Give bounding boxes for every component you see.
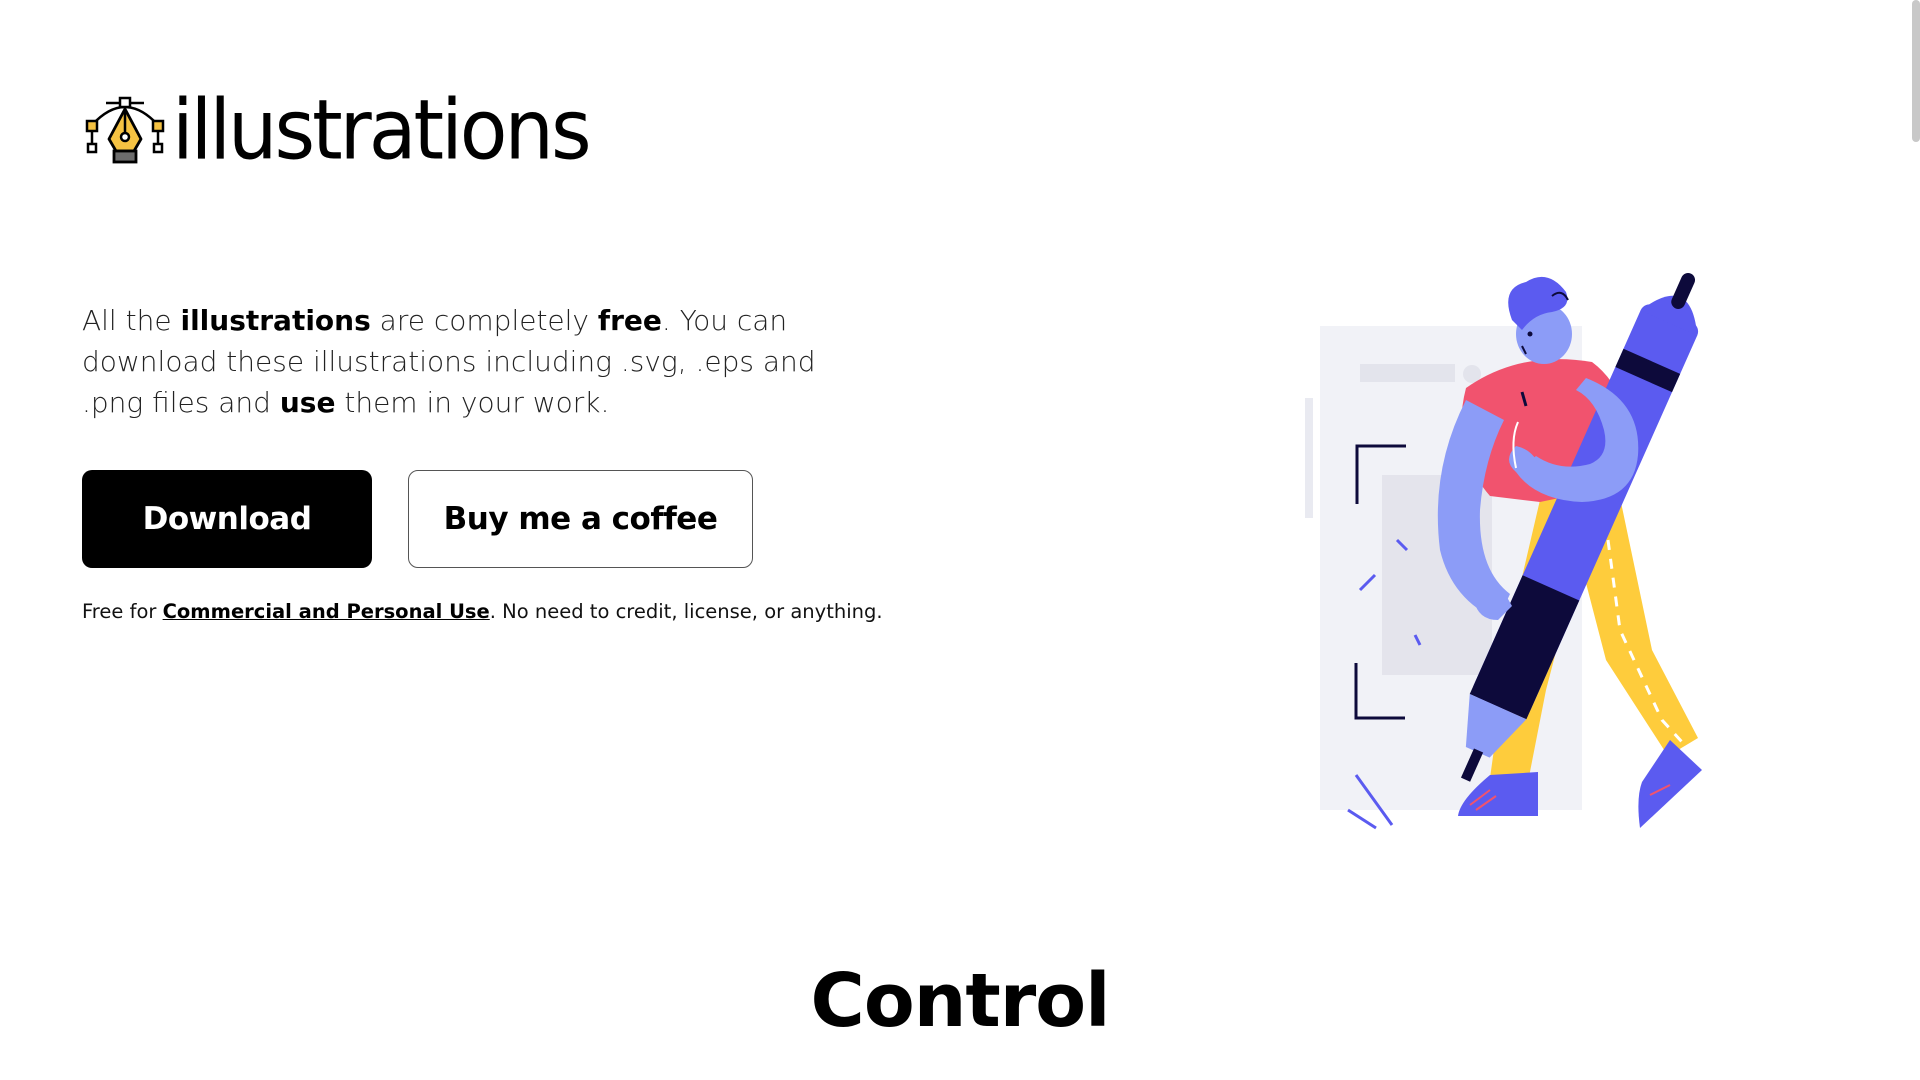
license-suffix: . No need to credit, license, or anythin… xyxy=(489,600,883,623)
license-note: Free for Commercial and Personal Use. No… xyxy=(82,600,883,623)
buy-me-a-coffee-button[interactable]: Buy me a coffee xyxy=(408,470,753,568)
license-link[interactable]: Commercial and Personal Use xyxy=(163,600,490,623)
intro-text: them in your work. xyxy=(335,386,610,419)
intro-text: All the xyxy=(82,304,181,337)
pen-tool-icon xyxy=(85,96,165,164)
hero-actions: Download Buy me a coffee xyxy=(82,470,753,568)
intro-emphasis: use xyxy=(279,386,336,419)
section-title: Control xyxy=(810,958,1111,1044)
landing-page: illustrations All the illustrations are … xyxy=(0,0,1920,1080)
download-button[interactable]: Download xyxy=(82,470,372,568)
logo-text: illustrations xyxy=(172,83,592,179)
license-prefix: Free for xyxy=(82,600,163,623)
intro-emphasis: illustrations xyxy=(180,304,371,337)
intro-text: are completely xyxy=(370,304,598,337)
person-holding-giant-pen-illustration xyxy=(1305,272,1702,830)
intro-emphasis: free xyxy=(597,304,662,337)
scrollbar-thumb[interactable] xyxy=(1912,0,1920,142)
intro-paragraph: All the illustrations are completely fre… xyxy=(82,300,862,423)
site-logo[interactable]: illustrations xyxy=(84,83,592,179)
